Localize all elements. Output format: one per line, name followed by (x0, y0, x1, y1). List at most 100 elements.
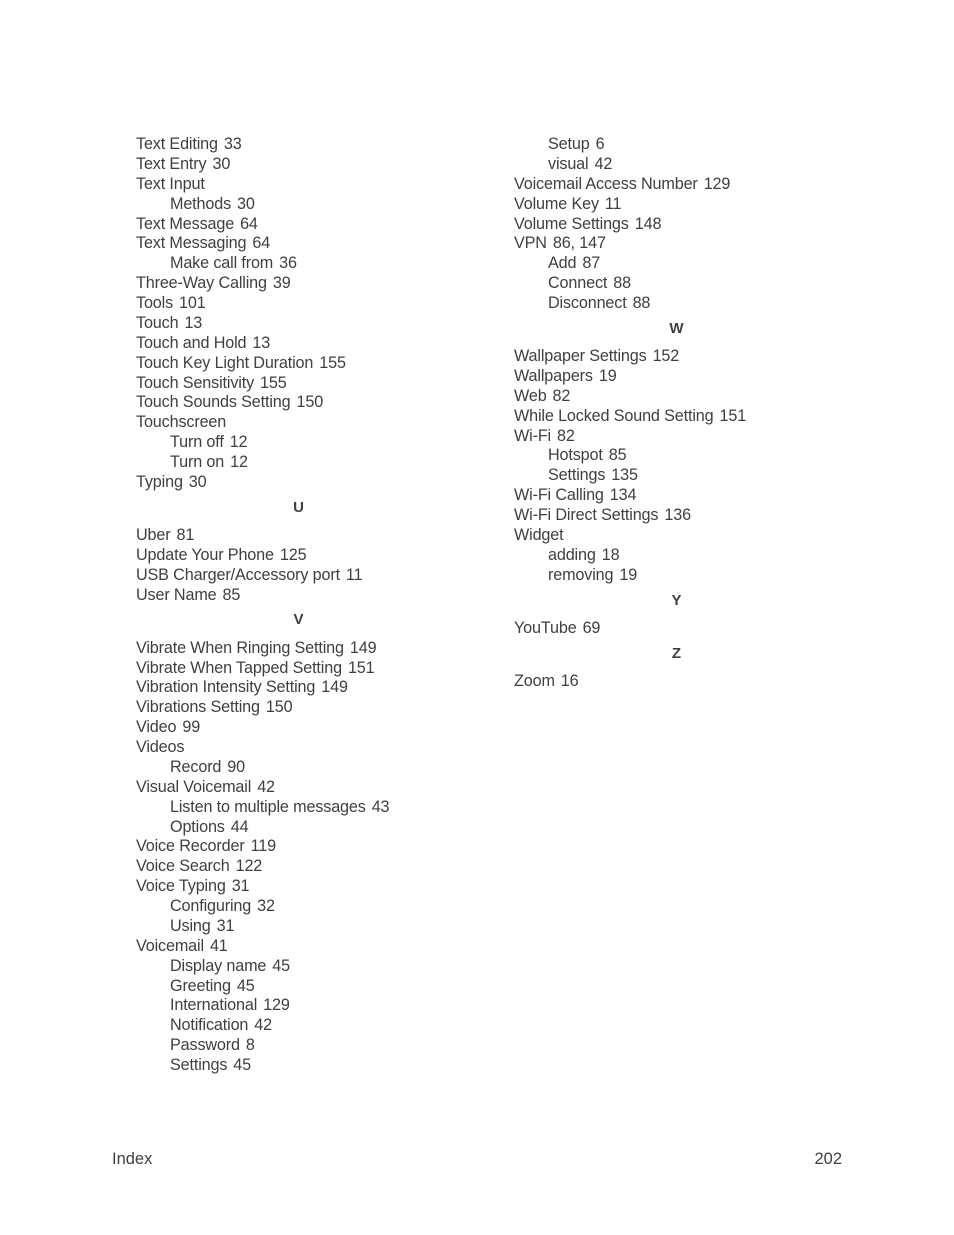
index-entry: Vibrate When Tapped Setting 151 (136, 659, 476, 679)
index-entry: Wallpapers 19 (514, 367, 854, 387)
index-entry: Web 82 (514, 387, 854, 407)
entry-label: Vibration Intensity Setting (136, 678, 316, 697)
entry-label: Make call from (170, 254, 274, 273)
entry-label: Touch Key Light Duration (136, 353, 314, 372)
index-entry: Vibrate When Ringing Setting 149 (136, 639, 476, 659)
entry-label: Methods (170, 194, 232, 213)
page-reference: 148 (634, 214, 662, 233)
page-reference: 18 (601, 545, 620, 564)
entry-label: Three-Way Calling (136, 274, 267, 293)
entry-label: Zoom (514, 671, 555, 690)
footer-page-number: 202 (814, 1150, 842, 1168)
index-letter-heading: V (293, 611, 304, 629)
index-entry: Text Message 64 (136, 215, 476, 235)
page-reference: 13 (252, 333, 271, 352)
entry-label: Text Entry (136, 154, 207, 173)
page-reference: 88 (613, 274, 631, 293)
index-entry: Voicemail Access Number 129 (514, 175, 854, 195)
index-subentry: Turn off 12 (136, 433, 476, 453)
page-reference: 82 (557, 426, 575, 445)
page-reference: 31 (231, 877, 250, 896)
index-entry: While Locked Sound Setting 151 (514, 407, 854, 427)
index-entry: Text Entry 30 (136, 155, 476, 175)
page-reference: 31 (216, 916, 235, 935)
page-reference: 16 (560, 671, 579, 690)
index-entry: Wallpaper Settings 152 (514, 347, 854, 367)
entry-label: Video (136, 718, 177, 737)
page-reference: 41 (209, 936, 228, 955)
entry-label: Update Your Phone (136, 545, 274, 564)
page-reference: 122 (235, 857, 263, 876)
entry-label: Vibrate When Tapped Setting (136, 658, 342, 677)
index-entry: Touch Key Light Duration 155 (136, 354, 476, 374)
entry-label: Typing (136, 472, 183, 491)
index-subentry: Setup 6 (514, 135, 854, 155)
index-column-left: Text Editing 33 Text Entry 30 Text Input Meth… (136, 135, 476, 1076)
entry-label: Vibrate When Ringing Setting (136, 638, 344, 657)
index-letter-heading: Z (671, 644, 682, 662)
entry-label: Volume Key (514, 194, 599, 213)
index-letter-heading: W (669, 319, 684, 337)
page-reference: 149 (321, 678, 348, 697)
page-reference: 33 (223, 135, 242, 153)
index-entry: Visual Voicemail 42 (136, 778, 476, 798)
page-reference: 149 (349, 638, 377, 657)
page-reference: 150 (296, 393, 324, 412)
entry-label: Connect (548, 274, 608, 293)
index-entry: Touch Sounds Setting 150 (136, 393, 476, 413)
index-entry: Update Your Phone 125 (136, 546, 476, 566)
index-subentry: Options 44 (136, 818, 476, 838)
index-entry: Vibration Intensity Setting 149 (136, 678, 476, 698)
index-subentry: Disconnect 88 (514, 294, 854, 314)
index-subentry: International 129 (136, 996, 476, 1016)
page-reference: 90 (227, 757, 246, 776)
entry-label: Wi-Fi (514, 426, 551, 445)
index-subentry: Settings 135 (514, 466, 854, 486)
entry-label: Tools (136, 294, 174, 312)
entry-label: Options (170, 817, 225, 836)
entry-label: YouTube (514, 618, 577, 637)
entry-label: Voice Typing (136, 877, 226, 896)
page-reference: 11 (345, 565, 363, 584)
index-subentry: Connect 88 (514, 274, 854, 294)
index-subentry: visual 42 (514, 155, 854, 175)
page-reference: 39 (272, 274, 291, 293)
page-reference: 85 (608, 446, 627, 465)
page-reference: 42 (254, 1016, 272, 1035)
entry-label: visual (548, 154, 589, 173)
entry-label: USB Charger/Accessory port (136, 565, 340, 584)
index-entry: Videos (136, 738, 476, 758)
index-letter-heading: Y (671, 591, 682, 609)
index-entry: Touchscreen (136, 413, 476, 433)
index-entry: Vibrations Setting 150 (136, 698, 476, 718)
index-entry: YouTube 69 (514, 619, 854, 639)
index-entry: Volume Settings 148 (514, 215, 854, 235)
page-reference: 30 (212, 154, 231, 173)
page-reference: 101 (179, 294, 206, 312)
page-reference: 12 (229, 433, 248, 452)
entry-label: Videos (136, 738, 185, 756)
page-reference: 69 (582, 618, 601, 637)
index-subentry: Methods 30 (136, 195, 476, 215)
page-reference: 64 (252, 234, 271, 253)
page-reference: 42 (594, 154, 613, 173)
entry-label: Wallpaper Settings (514, 347, 647, 366)
index-entry: Voice Typing 31 (136, 877, 476, 897)
entry-label: Touchscreen (136, 413, 227, 432)
page-reference: 45 (272, 956, 290, 975)
page-reference: 19 (598, 366, 617, 385)
entry-label: Setup (548, 135, 590, 153)
entry-label: Text Messaging (136, 234, 247, 253)
index-entry: VPN 86, 147 (514, 234, 854, 254)
page-reference: 6 (595, 135, 605, 153)
index-subentry: Make call from 36 (136, 254, 476, 274)
entry-label: Touch Sounds Setting (136, 393, 291, 412)
index-entry: Wi-Fi Direct Settings 136 (514, 506, 854, 526)
index-entry: Wi-Fi Calling 134 (514, 486, 854, 506)
entry-label: Password (170, 1036, 240, 1055)
entry-label: Widget (514, 525, 564, 544)
entry-label: Visual Voicemail (136, 777, 252, 796)
index-subentry: Record 90 (136, 758, 476, 778)
entry-label: Uber (136, 525, 171, 544)
page-reference: 155 (319, 353, 346, 372)
